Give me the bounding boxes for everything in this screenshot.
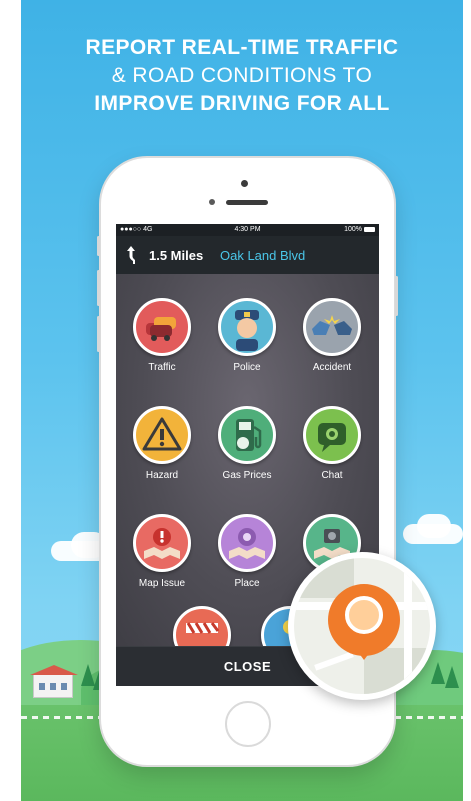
navigation-bar[interactable]: 1.5 Miles Oak Land Blvd: [116, 236, 379, 274]
house: [30, 665, 78, 698]
gas-pump-icon: [218, 406, 276, 464]
report-hazard-label: Hazard: [145, 470, 179, 481]
report-chat-button[interactable]: Chat: [292, 406, 372, 481]
report-place-button[interactable]: Place: [207, 514, 287, 589]
cloud: [417, 514, 451, 538]
volume-button: [97, 316, 100, 352]
headline: REPORT REAL-TIME TRAFFIC & ROAD CONDITIO…: [21, 34, 463, 118]
report-hazard-button[interactable]: Hazard: [122, 406, 202, 481]
tree: [445, 666, 459, 688]
battery-icon: [364, 226, 375, 232]
place-icon: [218, 514, 276, 572]
power-button: [395, 276, 398, 316]
report-accident-label: Accident: [312, 362, 352, 373]
hazard-warning-icon: [133, 406, 191, 464]
headline-line-1: REPORT REAL-TIME TRAFFIC: [85, 36, 399, 59]
chat-camera-icon: [303, 406, 361, 464]
police-officer-icon: [218, 298, 276, 356]
headline-line-3: IMPROVE DRIVING FOR ALL: [94, 92, 390, 115]
report-accident-button[interactable]: Accident: [292, 298, 372, 373]
turn-distance: 1.5 Miles: [149, 248, 204, 263]
proximity-sensor: [209, 199, 215, 205]
app-store-screenshot: REPORT REAL-TIME TRAFFIC & ROAD CONDITIO…: [21, 0, 463, 801]
report-traffic-label: Traffic: [148, 362, 176, 373]
report-map-issue-button[interactable]: Map Issue: [122, 514, 202, 589]
headline-line-2: & ROAD CONDITIONS TO: [111, 64, 373, 87]
report-gas-prices-label: Gas Prices: [222, 470, 272, 481]
battery-status: 100%: [344, 226, 375, 233]
accident-cars-icon: [303, 298, 361, 356]
earpiece-speaker: [226, 200, 268, 205]
battery-percent: 100%: [344, 226, 362, 233]
report-place-label: Place: [234, 578, 260, 589]
home-button[interactable]: [225, 701, 271, 747]
tree: [431, 662, 445, 684]
report-gas-prices-button[interactable]: Gas Prices: [207, 406, 287, 481]
status-bar: ●●●○○ 4G 4:30 PM 100%: [116, 224, 379, 236]
report-map-issue-label: Map Issue: [138, 578, 186, 589]
volume-button: [97, 270, 100, 306]
report-chat-label: Chat: [321, 470, 343, 481]
traffic-cars-icon: [133, 298, 191, 356]
map-issue-icon: [133, 514, 191, 572]
location-pin-icon: [328, 584, 400, 660]
turn-direction-icon: [124, 245, 138, 265]
report-police-label: Police: [233, 362, 261, 373]
report-traffic-button[interactable]: Traffic: [122, 298, 202, 373]
street-name: Oak Land Blvd: [220, 248, 306, 263]
map-magnifier: [288, 552, 436, 700]
status-time: 4:30 PM: [234, 226, 261, 233]
report-police-button[interactable]: Police: [207, 298, 287, 373]
front-camera: [241, 180, 248, 187]
volume-button: [97, 236, 100, 256]
